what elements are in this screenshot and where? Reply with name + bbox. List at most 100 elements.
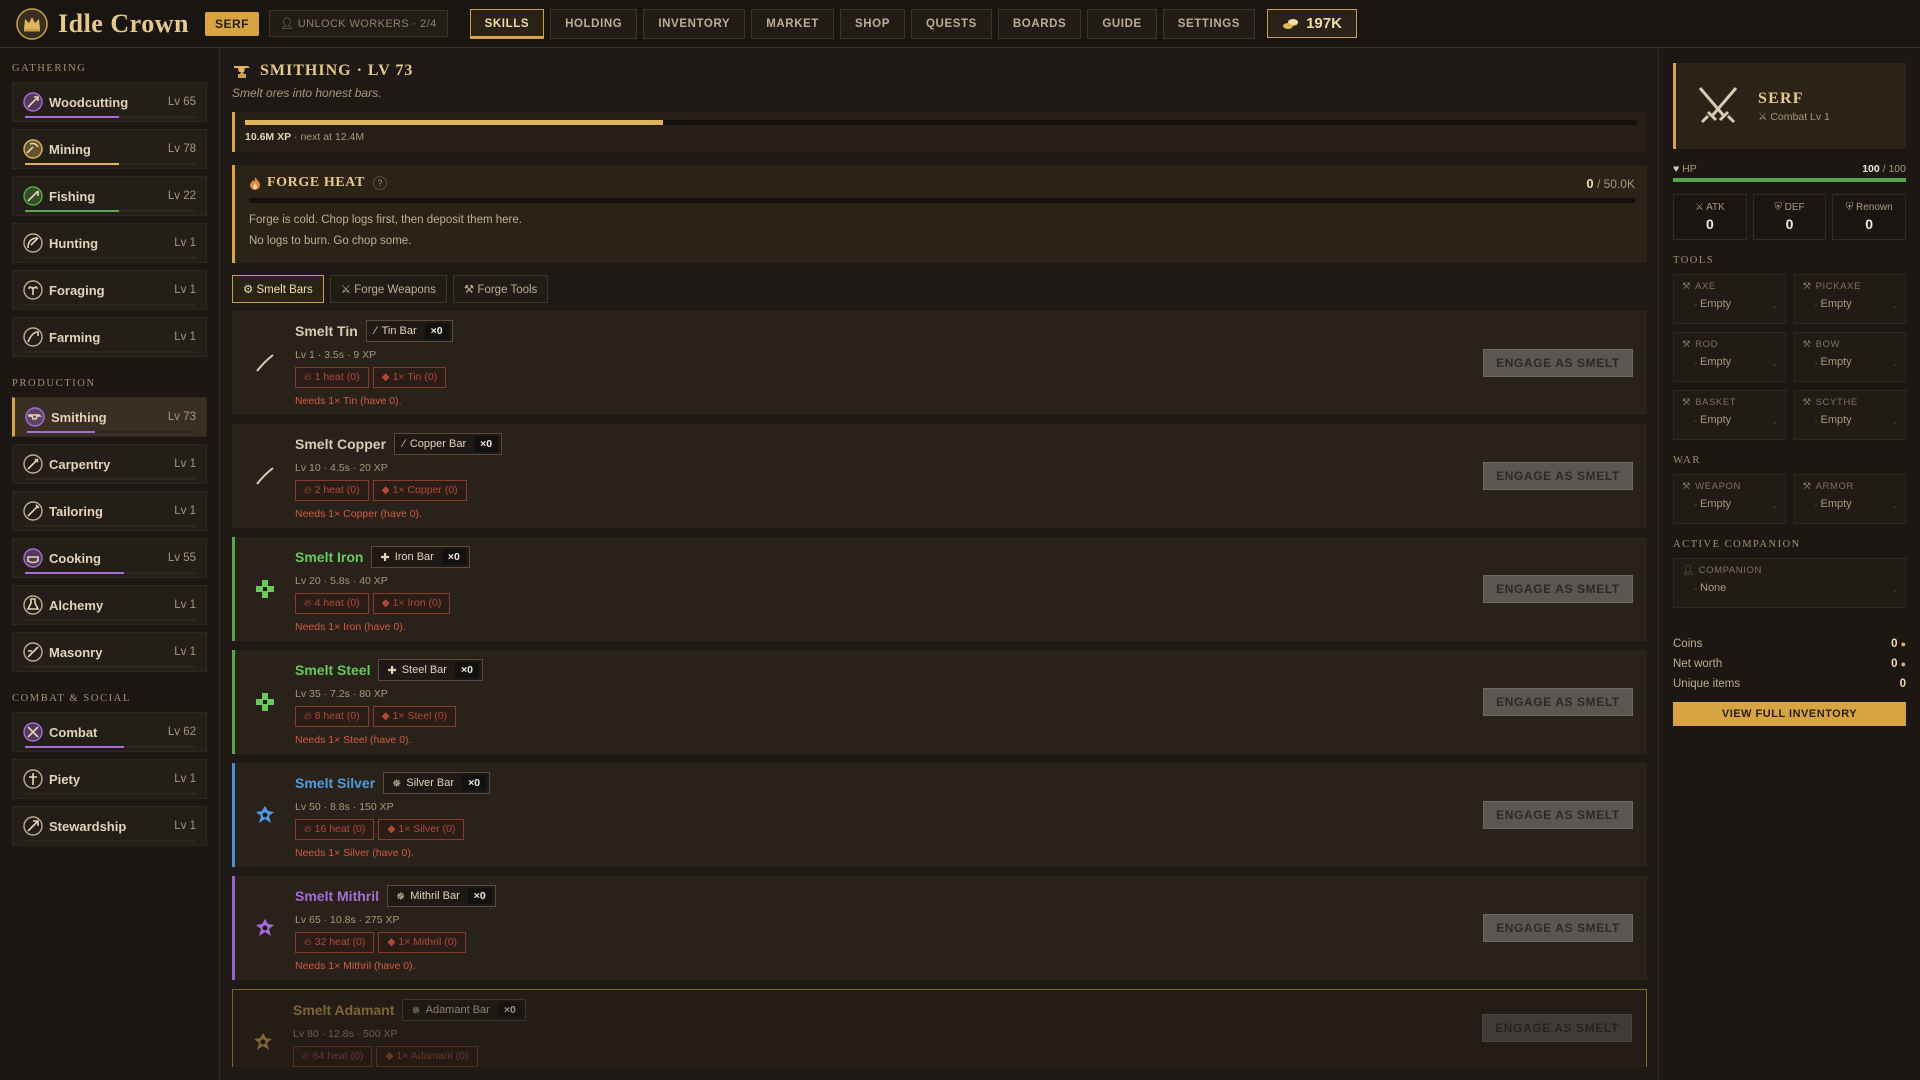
slot-basket[interactable]: ⚒ BASKET Empty - - [1673, 390, 1786, 440]
slot-weapon[interactable]: ⚒ WEAPON Empty - - [1673, 474, 1786, 524]
sidebar-item-alchemy[interactable]: Alchemy Lv 1 [12, 585, 207, 625]
sidebar-item-woodcutting[interactable]: Woodcutting Lv 65 [12, 82, 207, 122]
output-bar-chip[interactable]: ✚ Steel Bar ×0 [378, 659, 483, 681]
slot-dash-left: - [1814, 300, 1818, 311]
gem-icon [235, 763, 295, 867]
woodcutting-icon [23, 92, 43, 112]
sidebar-item-level: Lv 1 [174, 505, 196, 517]
sidebar-item-label: Foraging [49, 282, 105, 298]
companion-grid: 👤︎ COMPANION None - - [1673, 558, 1906, 608]
slot-label-text: ARMOR [1815, 481, 1854, 492]
sidebar-item-level: Lv 62 [167, 726, 196, 738]
ingot-icon [235, 311, 295, 415]
mining-icon [23, 139, 43, 159]
cross-icon [235, 537, 295, 641]
sidebar-item-level: Lv 22 [167, 190, 196, 202]
engage-smelt-button[interactable]: ENGAGE AS SMELT [1483, 349, 1633, 377]
coins-button[interactable]: 197K [1267, 9, 1357, 38]
sidebar-item-mining[interactable]: Mining Lv 78 [12, 129, 207, 169]
output-bar-chip[interactable]: ✵ Mithril Bar ×0 [387, 885, 496, 907]
slot-scythe[interactable]: ⚒ SCYTHE Empty - - [1793, 390, 1906, 440]
sidebar-item-stewardship[interactable]: Stewardship Lv 1 [12, 806, 207, 846]
sidebar-item-masonry[interactable]: Masonry Lv 1 [12, 632, 207, 672]
hp-bar [1673, 178, 1906, 182]
slot-pickaxe[interactable]: ⚒ PICKAXE Empty - - [1793, 274, 1906, 324]
xp-next: · next at 12.4M [291, 131, 365, 143]
slot-label-text: BASKET [1695, 397, 1737, 408]
armor-icon: ⚒ [1802, 481, 1812, 492]
nav-tab-shop[interactable]: SHOP [840, 8, 905, 39]
sidebar-item-hunting[interactable]: Hunting Lv 1 [12, 223, 207, 263]
recipe-requirements: 🔥︎ 64 heat (0) ◆ 1× Adamant (0) [293, 1046, 526, 1067]
nav-tab-inventory[interactable]: INVENTORY [643, 8, 746, 39]
output-bar-chip[interactable]: ✵ Adamant Bar ×0 [402, 999, 526, 1021]
engage-smelt-button[interactable]: ENGAGE AS SMELT [1483, 688, 1633, 716]
sidebar-item-progress-fill [27, 431, 95, 433]
sidebar-item-carpentry[interactable]: Carpentry Lv 1 [12, 444, 207, 484]
tools-heading: TOOLS [1673, 255, 1715, 266]
output-bar-chip[interactable]: ∕ Copper Bar ×0 [394, 433, 503, 455]
nav-tab-quests[interactable]: QUESTS [911, 8, 992, 39]
sidebar-item-progress [27, 431, 196, 433]
sidebar-item-progress [25, 619, 196, 621]
unlock-workers-button[interactable]: 👤︎ UNLOCK WORKERS · 2/4 [268, 10, 448, 37]
engage-smelt-button[interactable]: ENGAGE AS SMELT [1483, 575, 1633, 603]
recipe-need-warning: Needs 1× Steel (have 0). [295, 734, 412, 746]
sidebar-item-tailoring[interactable]: Tailoring Lv 1 [12, 491, 207, 531]
recipe-body: Smelt Tin ∕ Tin Bar ×0 Lv 1 · 3.5s · 9 XP 🔥︎ … [295, 311, 453, 407]
slot-axe[interactable]: ⚒ AXE Empty - - [1673, 274, 1786, 324]
farming-icon [23, 327, 43, 347]
stat-value: 0 [1865, 216, 1874, 232]
sidebar-item-piety[interactable]: Piety Lv 1 [12, 759, 207, 799]
engage-smelt-button[interactable]: ENGAGE AS SMELT [1483, 462, 1633, 490]
nav-tab-holding[interactable]: HOLDING [550, 8, 638, 39]
slot-dash-left: - [1814, 358, 1818, 369]
sidebar-item-cooking[interactable]: Cooking Lv 55 [12, 538, 207, 578]
nav-tab-market[interactable]: MARKET [751, 8, 834, 39]
output-bar-chip[interactable]: ✵ Silver Bar ×0 [383, 772, 491, 794]
sub-tab-smelt-bars[interactable]: ⚙ Smelt Bars [232, 275, 324, 303]
output-bar-chip[interactable]: ✚ Iron Bar ×0 [371, 546, 470, 568]
recipe-name: Smelt Copper [295, 436, 387, 452]
engage-smelt-button[interactable]: ENGAGE AS SMELT [1482, 1014, 1632, 1042]
recipe-requirements: 🔥︎ 32 heat (0) ◆ 1× Mithril (0) [295, 932, 496, 953]
sub-tab-forge-weapons[interactable]: ⚔ Forge Weapons [329, 275, 447, 303]
recipe-smelt-silver: Smelt Silver ✵ Silver Bar ×0 Lv 50 · 8.8s · … [232, 763, 1647, 867]
sidebar-item-foraging[interactable]: Foraging Lv 1 [12, 270, 207, 310]
slot-armor[interactable]: ⚒ ARMOR Empty - - [1793, 474, 1906, 524]
ore-requirement: ◆ 1× Adamant (0) [376, 1046, 478, 1067]
output-bar-chip[interactable]: ∕ Tin Bar ×0 [365, 320, 453, 342]
companion-slot[interactable]: 👤︎ COMPANION None - - [1673, 558, 1906, 608]
sidebar-item-progress-fill [25, 163, 120, 165]
forge-help-icon[interactable]: ? [372, 176, 387, 190]
sidebar-item-farming[interactable]: Farming Lv 1 [12, 317, 207, 357]
sidebar-item-fishing[interactable]: Fishing Lv 22 [12, 176, 207, 216]
recipe-requirements: 🔥︎ 2 heat (0) ◆ 1× Copper (0) [295, 480, 502, 501]
heat-requirement: 🔥︎ 32 heat (0) [295, 932, 375, 953]
nav-tab-boards[interactable]: BOARDS [997, 8, 1082, 39]
slot-rod[interactable]: ⚒ ROD Empty - - [1673, 332, 1786, 382]
sub-tab-forge-tools[interactable]: ⚒ Forge Tools [452, 275, 549, 303]
nav-tab-skills[interactable]: SKILLS [469, 8, 545, 39]
rank-badge[interactable]: SERF [204, 11, 259, 36]
masonry-icon [23, 642, 43, 662]
engage-smelt-button[interactable]: ENGAGE AS SMELT [1483, 801, 1633, 829]
heat-requirement: 🔥︎ 64 heat (0) [293, 1046, 373, 1067]
engage-smelt-button[interactable]: ENGAGE AS SMELT [1483, 914, 1633, 942]
bar-quantity: ×0 [474, 436, 499, 452]
slot-label: ⚒ WEAPON [1682, 481, 1777, 492]
slot-dash-left: - [1694, 584, 1698, 595]
slot-bow[interactable]: ⚒ BOW Empty - - [1793, 332, 1906, 382]
nav-tab-guide[interactable]: GUIDE [1087, 8, 1157, 39]
sidebar-item-label: Farming [49, 329, 101, 345]
hp-label: HP [1682, 163, 1697, 175]
ore-requirement: ◆ 1× Steel (0) [372, 706, 457, 727]
forge-tools-icon: ⚒ [463, 284, 475, 296]
nav-tab-settings[interactable]: SETTINGS [1162, 8, 1256, 39]
sidebar-item-smithing[interactable]: Smithing Lv 73 [12, 397, 207, 437]
sidebar-item-combat[interactable]: Combat Lv 62 [12, 712, 207, 752]
ore-requirement-text: 1× Tin (0) [392, 371, 438, 383]
view-full-inventory-button[interactable]: VIEW FULL INVENTORY [1673, 702, 1906, 726]
pickaxe-icon: ⚒ [1802, 281, 1812, 292]
wealth-summary: Coins 0 ● Net worth 0 ● Unique items 0 [1673, 634, 1906, 694]
